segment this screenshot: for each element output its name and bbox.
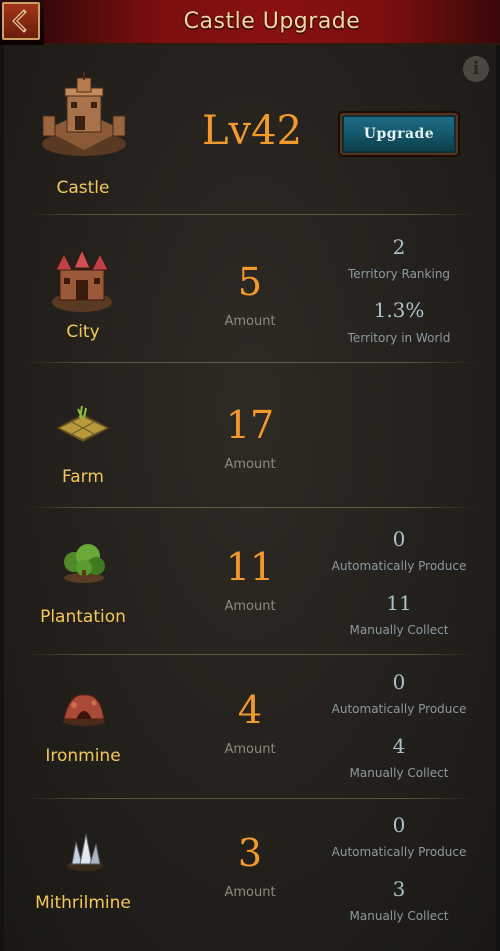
plantation-manual-collect-label: Manually Collect — [349, 623, 449, 637]
upgrade-button[interactable]: Upgrade — [340, 113, 458, 155]
mithrilmine-icon — [64, 830, 106, 876]
row-divider — [26, 214, 474, 215]
plantation-amount-label: Amount — [224, 599, 276, 614]
territory-ranking-label: Territory Ranking — [347, 267, 451, 281]
info-icon[interactable]: i — [463, 56, 489, 82]
castle-name: Castle — [56, 178, 110, 198]
plantation-amount: 11 — [225, 545, 275, 589]
row-divider — [26, 798, 474, 799]
plantation-name: Plantation — [40, 607, 126, 627]
city-amount-label: Amount — [224, 314, 276, 329]
back-button[interactable] — [2, 2, 40, 40]
plantation-icon — [60, 540, 108, 588]
ironmine-manual-collect-value: 4 — [392, 734, 406, 758]
farm-icon — [52, 404, 114, 452]
castle-icon — [37, 72, 131, 164]
city-amount: 5 — [237, 260, 263, 304]
row-divider — [26, 654, 474, 655]
mithrilmine-auto-produce-value: 0 — [392, 813, 406, 837]
farm-amount: 17 — [225, 403, 275, 447]
ironmine-amount: 4 — [237, 688, 263, 732]
ironmine-amount-label: Amount — [224, 742, 276, 757]
farm-amount-label: Amount — [224, 457, 276, 472]
castle-level: Lv42 — [201, 108, 303, 154]
row-divider — [26, 507, 474, 508]
ironmine-auto-produce-value: 0 — [392, 670, 406, 694]
city-name: City — [66, 322, 100, 342]
plantation-auto-produce-label: Automatically Produce — [331, 559, 467, 573]
ironmine-name: Ironmine — [45, 746, 121, 766]
page-title: Castle Upgrade — [183, 9, 361, 34]
ironmine-manual-collect-label: Manually Collect — [349, 766, 449, 780]
territory-in-world-label: Territory in World — [347, 331, 451, 345]
mithrilmine-name: Mithrilmine — [35, 893, 131, 913]
plantation-auto-produce-value: 0 — [392, 527, 406, 551]
mithrilmine-manual-collect-value: 3 — [392, 877, 406, 901]
chevron-left-icon — [12, 9, 27, 33]
city-icon — [50, 246, 114, 318]
ironmine-icon — [60, 685, 108, 731]
territory-ranking-value: 2 — [392, 235, 406, 259]
farm-name: Farm — [62, 467, 104, 487]
plantation-manual-collect-value: 11 — [386, 591, 412, 615]
mithrilmine-auto-produce-label: Automatically Produce — [331, 845, 467, 859]
mithrilmine-manual-collect-label: Manually Collect — [349, 909, 449, 923]
ironmine-auto-produce-label: Automatically Produce — [331, 702, 467, 716]
territory-in-world-value: 1.3% — [373, 298, 425, 322]
row-divider — [26, 362, 474, 363]
mithrilmine-amount: 3 — [237, 831, 263, 875]
mithrilmine-amount-label: Amount — [224, 885, 276, 900]
